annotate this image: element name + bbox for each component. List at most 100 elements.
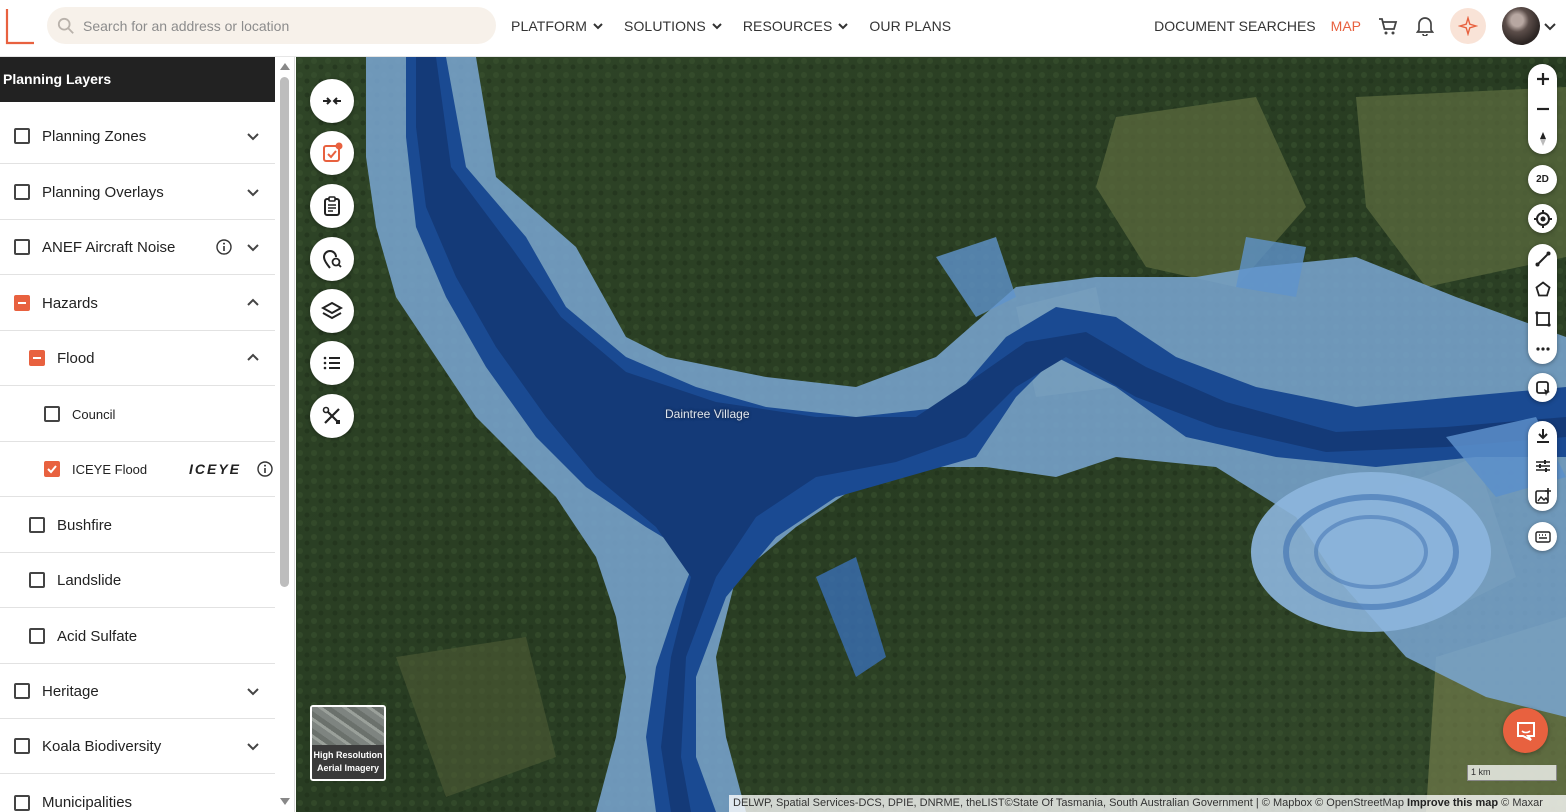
polygon-button[interactable] xyxy=(1528,274,1557,304)
ai-assistant-button[interactable] xyxy=(1450,8,1486,44)
planning-layers-panel: Planning Layers Planning Zones Planning … xyxy=(0,57,295,812)
download-button[interactable] xyxy=(1528,421,1557,451)
layer-row-acid-sulfate[interactable]: Acid Sulfate xyxy=(0,609,275,664)
nav-solutions[interactable]: SOLUTIONS xyxy=(624,18,723,34)
sliders-icon xyxy=(1535,460,1550,472)
layer-row-koala-biodiversity[interactable]: Koala Biodiversity xyxy=(0,719,275,774)
crosshair-icon xyxy=(1533,209,1552,228)
nav-our-plans[interactable]: OUR PLANS xyxy=(869,18,951,34)
aerial-imagery-toggle[interactable]: High Resolution Aerial Imagery xyxy=(310,705,386,781)
checkbox[interactable] xyxy=(14,239,30,255)
layer-row-iceye-flood[interactable]: ICEYE Flood ICEYE xyxy=(0,442,275,497)
scroll-down-arrow-icon[interactable] xyxy=(279,797,291,807)
draw-controls xyxy=(1528,244,1557,364)
compass-icon xyxy=(1539,132,1546,146)
notifications-button[interactable] xyxy=(1413,14,1437,38)
checkbox[interactable] xyxy=(14,738,30,754)
layer-row-hazards[interactable]: Hazards xyxy=(0,276,275,331)
zoom-in-button[interactable] xyxy=(1528,64,1557,94)
chevron-down-icon[interactable] xyxy=(246,684,260,698)
checkbox-partial[interactable] xyxy=(29,350,45,366)
info-icon[interactable] xyxy=(216,239,232,255)
chevron-down-icon xyxy=(712,23,722,30)
layer-label: ANEF Aircraft Noise xyxy=(42,238,176,256)
checkbox-checked[interactable] xyxy=(44,461,60,477)
report-button[interactable] xyxy=(310,184,354,228)
chevron-down-icon[interactable] xyxy=(246,185,260,199)
scroll-up-arrow-icon[interactable] xyxy=(279,61,291,71)
checkbox[interactable] xyxy=(29,517,45,533)
checkbox[interactable] xyxy=(14,683,30,699)
layer-row-planning-zones[interactable]: Planning Zones xyxy=(0,109,275,164)
document-searches-link[interactable]: DOCUMENT SEARCHES xyxy=(1154,18,1316,34)
layer-label: Municipalities xyxy=(42,794,133,811)
keyboard-shortcuts-button[interactable] xyxy=(1528,522,1557,551)
locate-me-button[interactable] xyxy=(1528,204,1557,233)
layer-row-flood[interactable]: Flood xyxy=(0,331,275,386)
aerial-imagery-label: High Resolution Aerial Imagery xyxy=(312,745,384,779)
chat-support-button[interactable] xyxy=(1503,708,1548,753)
keyboard-icon xyxy=(1534,530,1551,543)
checkbox[interactable] xyxy=(29,572,45,588)
export-controls xyxy=(1528,421,1557,511)
list-icon xyxy=(323,356,340,370)
measure-line-button[interactable] xyxy=(1528,244,1557,274)
map-link[interactable]: MAP xyxy=(1331,18,1361,34)
chevron-down-icon[interactable] xyxy=(246,240,260,254)
download-icon xyxy=(1536,429,1549,443)
address-search-box[interactable] xyxy=(47,7,496,44)
tasks-button[interactable] xyxy=(310,131,354,175)
nav-resources[interactable]: RESOURCES xyxy=(743,18,850,34)
search-input[interactable] xyxy=(83,17,496,34)
view-2d-toggle[interactable]: 2D xyxy=(1528,165,1557,194)
info-icon[interactable] xyxy=(257,461,273,477)
layer-row-bushfire[interactable]: Bushfire xyxy=(0,498,275,553)
map-canvas[interactable]: Daintree Village 2D High Resolution Aeri… xyxy=(296,57,1566,812)
layers-button[interactable] xyxy=(310,289,354,333)
scrollbar-thumb[interactable] xyxy=(280,77,289,587)
tools-button[interactable] xyxy=(310,394,354,438)
layer-row-municipalities[interactable]: Municipalities xyxy=(0,775,275,812)
filter-settings-button[interactable] xyxy=(1528,451,1557,481)
layer-row-planning-overlays[interactable]: Planning Overlays xyxy=(0,165,275,220)
chevron-up-icon[interactable] xyxy=(246,351,260,365)
chevron-down-icon[interactable] xyxy=(246,739,260,753)
sparkle-icon xyxy=(1458,16,1478,36)
landchecker-logo[interactable] xyxy=(4,7,36,45)
user-avatar[interactable] xyxy=(1502,7,1540,45)
zoom-out-button[interactable] xyxy=(1528,94,1557,124)
compress-arrows-icon xyxy=(323,97,341,105)
chevron-down-icon xyxy=(593,23,603,30)
layer-row-heritage[interactable]: Heritage xyxy=(0,664,275,719)
checkbox[interactable] xyxy=(44,406,60,422)
rectangle-icon xyxy=(1534,311,1551,327)
cart-button[interactable] xyxy=(1376,14,1400,38)
legend-list-button[interactable] xyxy=(310,341,354,385)
panel-scrollbar[interactable] xyxy=(277,57,293,812)
layer-row-landslide[interactable]: Landslide xyxy=(0,553,275,608)
layer-row-council[interactable]: Council xyxy=(0,387,275,442)
collapse-panel-button[interactable] xyxy=(310,79,354,123)
rectangle-button[interactable] xyxy=(1528,304,1557,334)
chevron-up-icon[interactable] xyxy=(246,296,260,310)
more-tools-button[interactable] xyxy=(1528,334,1557,364)
chevron-down-icon[interactable] xyxy=(246,129,260,143)
nearby-search-button[interactable] xyxy=(310,237,354,281)
compass-button[interactable] xyxy=(1528,124,1557,154)
checkbox[interactable] xyxy=(29,628,45,644)
checkbox[interactable] xyxy=(14,184,30,200)
layer-label: Council xyxy=(72,406,116,422)
layer-row-anef-aircraft-noise[interactable]: ANEF Aircraft Noise xyxy=(0,220,275,275)
nav-platform[interactable]: PLATFORM xyxy=(511,18,604,34)
select-area-button[interactable] xyxy=(1528,373,1557,402)
checkbox[interactable] xyxy=(14,794,30,811)
checkbox-partial[interactable] xyxy=(14,295,30,311)
add-image-button[interactable] xyxy=(1528,481,1557,511)
calendar-check-icon xyxy=(323,142,343,162)
place-label-daintree-village: Daintree Village xyxy=(665,407,750,421)
location-search-icon xyxy=(322,250,342,269)
checkbox[interactable] xyxy=(14,128,30,144)
iceye-logo: ICEYE xyxy=(189,461,242,477)
chevron-down-icon[interactable] xyxy=(1543,19,1557,33)
improve-map-link[interactable]: Improve this map xyxy=(1407,797,1498,809)
